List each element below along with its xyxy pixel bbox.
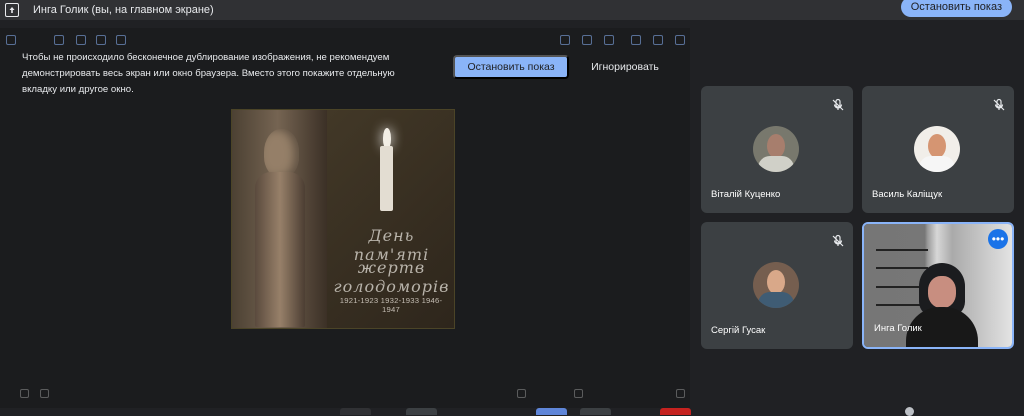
- shared-slide: День пам'яті жертв голодоморів 1921-1923…: [231, 109, 455, 329]
- top-bar: Инга Голик (вы, на главном экране) Остан…: [0, 0, 1024, 20]
- bottom-tab[interactable]: [536, 408, 567, 415]
- viewer-control-icon[interactable]: [560, 35, 570, 45]
- viewer-control-icon[interactable]: [631, 35, 641, 45]
- participant-photo: [753, 262, 799, 308]
- viewer-control-icon[interactable]: [582, 35, 592, 45]
- more-options-icon[interactable]: •••: [988, 229, 1008, 249]
- viewer-control-icon[interactable]: [604, 35, 614, 45]
- participant-name: Василь Каліщук: [872, 189, 943, 200]
- stop-presenting-button[interactable]: Остановить показ: [900, 0, 1012, 17]
- screen-share-warning: Чтобы не происходило бесконечное дублиро…: [22, 52, 395, 95]
- viewer-control-icon[interactable]: [116, 35, 126, 45]
- memorial-statue-image: [232, 110, 327, 328]
- slide-years: 1921-1923 1932-1933 1946-1947: [339, 296, 443, 314]
- statue-body: [255, 172, 305, 327]
- microphone-off-icon: [993, 98, 1005, 111]
- browser-bottom-tabs: [340, 408, 691, 415]
- viewer-bottom-icon[interactable]: [517, 389, 526, 398]
- viewer-control-icon[interactable]: [54, 35, 64, 45]
- viewer-bottom-icon[interactable]: [40, 389, 49, 398]
- bottom-tab[interactable]: [406, 408, 437, 415]
- bottom-tab[interactable]: [660, 408, 691, 415]
- bottom-tab[interactable]: [340, 408, 371, 415]
- viewer-bottom-icon[interactable]: [20, 389, 29, 398]
- stop-sharing-button[interactable]: Остановить показ: [453, 55, 569, 79]
- participant-name: Сергій Гусак: [711, 325, 766, 336]
- slide-title-line-2: жертв голодоморів: [333, 258, 450, 296]
- viewer-toolbar: [0, 33, 690, 47]
- candle-icon: [380, 146, 393, 211]
- participant-tile[interactable]: Віталій Куценко: [701, 86, 853, 213]
- viewer-control-icon[interactable]: [6, 35, 16, 45]
- statue-head: [264, 129, 299, 177]
- microphone-off-icon: [832, 234, 844, 247]
- active-participant-tile[interactable]: ••• Инга Голик: [862, 222, 1014, 349]
- participant-photo: [914, 126, 960, 172]
- participant-tile[interactable]: Сергій Гусак: [701, 222, 853, 349]
- presenter-title: Инга Голик (вы, на главном экране): [33, 4, 214, 16]
- viewer-control-icon[interactable]: [96, 35, 106, 45]
- viewer-control-icon[interactable]: [653, 35, 663, 45]
- bottom-tab[interactable]: [580, 408, 611, 415]
- viewer-bottom-icon[interactable]: [574, 389, 583, 398]
- candle-flame-icon: [383, 128, 391, 148]
- participant-tile[interactable]: Василь Каліщук: [862, 86, 1014, 213]
- participant-name: Віталій Куценко: [711, 189, 781, 200]
- viewer-control-icon[interactable]: [76, 35, 86, 45]
- present-to-all-icon: [5, 3, 19, 17]
- viewer-control-icon[interactable]: [675, 35, 685, 45]
- viewer-bottom-icon[interactable]: [676, 389, 685, 398]
- participant-photo: [753, 126, 799, 172]
- viewer-bottom-controls: [0, 386, 690, 400]
- microphone-off-icon: [832, 98, 844, 111]
- ignore-warning-button[interactable]: Игнорировать: [586, 55, 664, 79]
- participant-name: Инга Голик: [874, 323, 922, 334]
